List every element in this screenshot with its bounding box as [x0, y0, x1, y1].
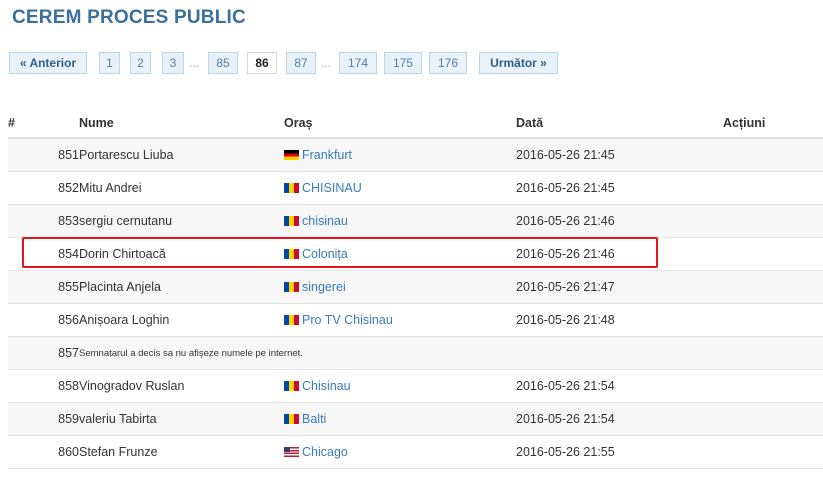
table-row: 851 Portarescu Liuba Frankfurt 2016-05-2… — [8, 138, 823, 172]
signed-date: 2016-05-26 21:46 — [516, 237, 723, 271]
usa-flag-icon — [284, 447, 299, 457]
pagination-ellipsis: ... — [320, 56, 331, 70]
moldova-flag-icon — [284, 414, 299, 424]
signed-date: 2016-05-26 21:45 — [516, 171, 723, 205]
moldova-flag-icon — [284, 183, 299, 193]
signed-date: 2016-05-26 21:54 — [516, 369, 723, 403]
actions-cell — [723, 402, 823, 436]
signatures-table: # Nume Oraș Dată Acțiuni 851 Portarescu … — [8, 109, 823, 469]
signer-name: Placinta Anjela — [79, 270, 284, 304]
table-row-highlighted: 854 Dorin Chirtoacă Colonița 2016-05-26 … — [8, 237, 823, 271]
page-87-button[interactable]: 87 — [286, 52, 316, 74]
germany-flag-icon — [284, 150, 299, 160]
city-link[interactable]: Pro TV Chisinau — [302, 313, 393, 327]
actions-cell — [723, 204, 823, 238]
page-2-button[interactable]: 2 — [130, 52, 151, 74]
page-title: CEREM PROCES PUBLIC — [12, 7, 246, 28]
actions-cell — [723, 171, 823, 205]
actions-cell — [723, 369, 823, 403]
actions-cell — [723, 435, 823, 469]
row-number: 852 — [8, 171, 79, 205]
table-row-anonymous: 857 Semnatarul a decis sa nu afișeze num… — [8, 336, 823, 370]
page-174-button[interactable]: 174 — [339, 52, 377, 74]
signed-date: 2016-05-26 21:55 — [516, 435, 723, 469]
city-link[interactable]: Balti — [302, 412, 326, 426]
current-page-indicator: 86 — [247, 52, 277, 74]
next-page-button[interactable]: Următor » — [479, 52, 558, 74]
column-header-name: Nume — [79, 109, 284, 139]
table-row: 859 valeriu Tabirta Balti 2016-05-26 21:… — [8, 402, 823, 436]
signer-name: sergiu cernutanu — [79, 204, 284, 238]
table-row: 853 sergiu cernutanu chisinau 2016-05-26… — [8, 204, 823, 238]
signed-date: 2016-05-26 21:45 — [516, 138, 723, 172]
row-number: 853 — [8, 204, 79, 238]
page-175-button[interactable]: 175 — [384, 52, 422, 74]
column-header-number: # — [8, 109, 79, 139]
signed-date: 2016-05-26 21:54 — [516, 402, 723, 436]
signer-name: Vinogradov Ruslan — [79, 369, 284, 403]
page-85-button[interactable]: 85 — [208, 52, 238, 74]
signer-name: Stefan Frunze — [79, 435, 284, 469]
page-1-button[interactable]: 1 — [99, 52, 120, 74]
signer-name: Portarescu Liuba — [79, 138, 284, 172]
moldova-flag-icon — [284, 216, 299, 226]
moldova-flag-icon — [284, 282, 299, 292]
table-row: 858 Vinogradov Ruslan Chisinau 2016-05-2… — [8, 369, 823, 403]
city-link[interactable]: chisinau — [302, 214, 348, 228]
table-header-row: # Nume Oraș Dată Acțiuni — [8, 109, 823, 139]
column-header-date: Dată — [516, 109, 723, 139]
column-header-actions: Acțiuni — [723, 109, 823, 139]
signer-name: valeriu Tabirta — [79, 402, 284, 436]
page-176-button[interactable]: 176 — [429, 52, 467, 74]
city-link[interactable]: singerei — [302, 280, 346, 294]
city-link[interactable]: Colonița — [302, 247, 348, 261]
moldova-flag-icon — [284, 315, 299, 325]
moldova-flag-icon — [284, 381, 299, 391]
row-number: 851 — [8, 138, 79, 172]
actions-cell — [723, 138, 823, 172]
row-number: 859 — [8, 402, 79, 436]
moldova-flag-icon — [284, 249, 299, 259]
signed-date: 2016-05-26 21:47 — [516, 270, 723, 304]
signed-date: 2016-05-26 21:48 — [516, 303, 723, 337]
row-number: 857 — [8, 336, 79, 370]
table-row: 855 Placinta Anjela singerei 2016-05-26 … — [8, 270, 823, 304]
city-link[interactable]: Frankfurt — [302, 148, 352, 162]
column-header-city: Oraș — [284, 109, 516, 139]
pagination-ellipsis: ... — [188, 56, 199, 70]
signer-name: Anișoara Loghin — [79, 303, 284, 337]
city-link[interactable]: Chisinau — [302, 379, 351, 393]
table-row: 852 Mitu Andrei CHISINAU 2016-05-26 21:4… — [8, 171, 823, 205]
row-number: 860 — [8, 435, 79, 469]
city-link[interactable]: Chicago — [302, 445, 348, 459]
table-row: 860 Stefan Frunze Chicago 2016-05-26 21:… — [8, 435, 823, 469]
actions-cell — [723, 237, 823, 271]
row-number: 858 — [8, 369, 79, 403]
row-number: 855 — [8, 270, 79, 304]
actions-cell — [723, 303, 823, 337]
signer-name: Dorin Chirtoacă — [79, 237, 284, 271]
city-link[interactable]: CHISINAU — [302, 181, 362, 195]
previous-page-button[interactable]: « Anterior — [9, 52, 87, 74]
table-row: 856 Anișoara Loghin Pro TV Chisinau 2016… — [8, 303, 823, 337]
row-number: 854 — [8, 237, 79, 271]
signer-name: Mitu Andrei — [79, 171, 284, 205]
anonymous-signer-note: Semnatarul a decis sa nu afișeze numele … — [79, 336, 823, 370]
actions-cell — [723, 270, 823, 304]
signed-date: 2016-05-26 21:46 — [516, 204, 723, 238]
row-number: 856 — [8, 303, 79, 337]
page-3-button[interactable]: 3 — [162, 52, 184, 74]
